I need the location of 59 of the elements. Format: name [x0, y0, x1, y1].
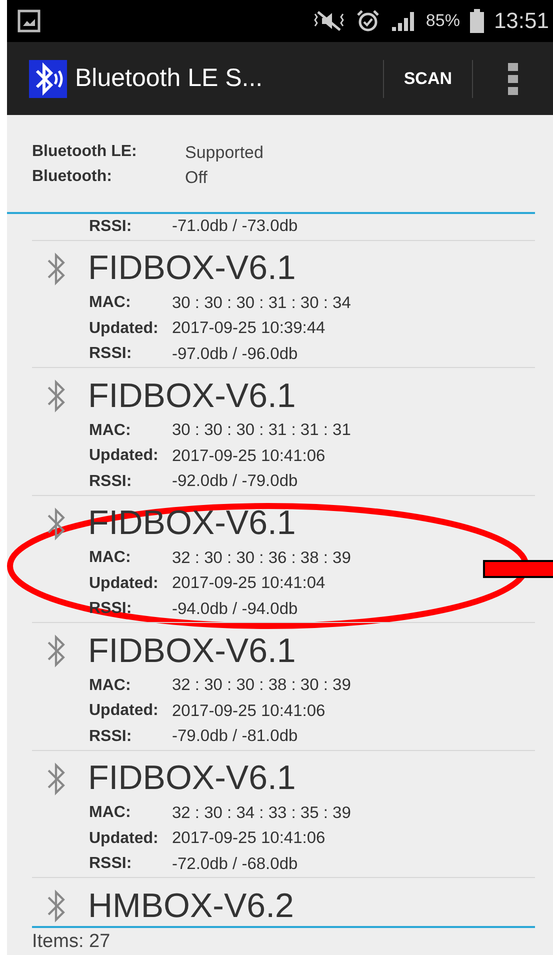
item-count: Items: 27 [32, 930, 110, 952]
device-row[interactable]: FIDBOX-V6.1 MAC: 30 : 30 : 30 : 31 : 31 : 31 Updated: 2017-09-25 10:41:06 RSSI: -92.0db / -79.0db [32, 368, 535, 496]
field-value: 2017-09-25 10:41:06 [172, 829, 326, 848]
device-row[interactable]: FIDBOX-V6.1 MAC: 32 : 30 : 34 : 33 : 35 : 39 Updated: 2017-09-25 10:41:06 RSSI: -72.0db / -68.0db [32, 750, 535, 878]
field-value: 2017-09-25 10:41:04 [172, 574, 326, 594]
battery-icon [470, 9, 484, 33]
field-label: Updated: [89, 320, 160, 338]
field-value: 32 : 30 : 30 : 38 : 30 : 39 [172, 676, 352, 696]
alarm-icon [356, 9, 380, 33]
field-value: 30 : 30 : 30 : 31 : 30 : 34 [172, 294, 352, 313]
app-logo-icon [29, 60, 67, 98]
arrow-shaft [483, 560, 553, 578]
field-value: 2017-09-25 10:41:06 [172, 446, 326, 466]
device-name: FIDBOX-V6.1 [88, 759, 296, 798]
device-name: FIDBOX-V6.1 [88, 504, 296, 543]
clock: 13:51 [494, 8, 549, 34]
field-label: Updated: [89, 574, 160, 593]
field-label: RSSI: [89, 472, 133, 491]
battery-percent: 85% [426, 11, 460, 31]
field-label: MAC: [89, 294, 132, 312]
field-label: MAC: [89, 676, 132, 695]
device-row[interactable]: RSSI: -71.0db / -73.0db [32, 214, 535, 240]
device-row[interactable]: FIDBOX-V6.1 MAC: 30 : 30 : 30 : 31 : 30 : 34 Updated: 2017-09-25 10:39:44 RSSI: -97.0db / -96.0db [32, 240, 535, 368]
field-value: -97.0db / -96.0db [172, 344, 299, 364]
field-label: Updated: [89, 830, 160, 848]
signal-icon [390, 9, 416, 33]
scan-button[interactable]: SCAN [384, 42, 472, 115]
field-value: 32 : 30 : 34 : 33 : 35 : 39 [172, 804, 352, 823]
field-value: 2017-09-25 10:41:06 [172, 702, 326, 721]
field-label: Updated: [89, 702, 160, 720]
field-value: 2017-09-25 10:39:44 [172, 319, 326, 338]
field-value: -72.0db / -68.0db [172, 854, 299, 874]
field-value: -71.0db / -73.0db [172, 217, 299, 236]
field-value: -94.0db / -94.0db [172, 600, 299, 619]
info-label: Bluetooth: [32, 168, 113, 187]
info-value: Off [185, 168, 208, 189]
info-label: Bluetooth LE: [32, 143, 138, 162]
device-name: FIDBOX-V6.1 [88, 632, 296, 670]
field-label: MAC: [89, 549, 132, 568]
field-label: RSSI: [89, 345, 133, 364]
field-label: MAC: [89, 804, 132, 822]
device-row[interactable]: HMBOX-V6.2 [32, 878, 535, 926]
device-row[interactable]: FIDBOX-V6.1 MAC: 32 : 30 : 30 : 38 : 30 : 39 Updated: 2017-09-25 10:41:06 RSSI: -79.0db / -81.0db [32, 623, 535, 750]
field-label: RSSI: [89, 218, 133, 236]
device-name: HMBOX-V6.2 [88, 886, 294, 926]
field-label: Updated: [89, 447, 160, 466]
info-value: Supported [185, 143, 264, 164]
field-value: 30 : 30 : 30 : 31 : 31 : 31 [172, 421, 352, 440]
image-icon [17, 9, 41, 33]
device-name: FIDBOX-V6.1 [88, 249, 296, 288]
field-label: MAC: [89, 422, 132, 440]
field-value: 32 : 30 : 30 : 36 : 38 : 39 [172, 548, 352, 568]
field-label: RSSI: [89, 855, 133, 874]
mute-icon [312, 10, 346, 32]
device-name: FIDBOX-V6.1 [88, 376, 296, 416]
field-label: RSSI: [89, 728, 133, 746]
app-title: Bluetooth LE S... [75, 64, 264, 93]
field-value: -79.0db / -81.0db [172, 727, 299, 746]
field-value: -92.0db / -79.0db [172, 472, 299, 492]
